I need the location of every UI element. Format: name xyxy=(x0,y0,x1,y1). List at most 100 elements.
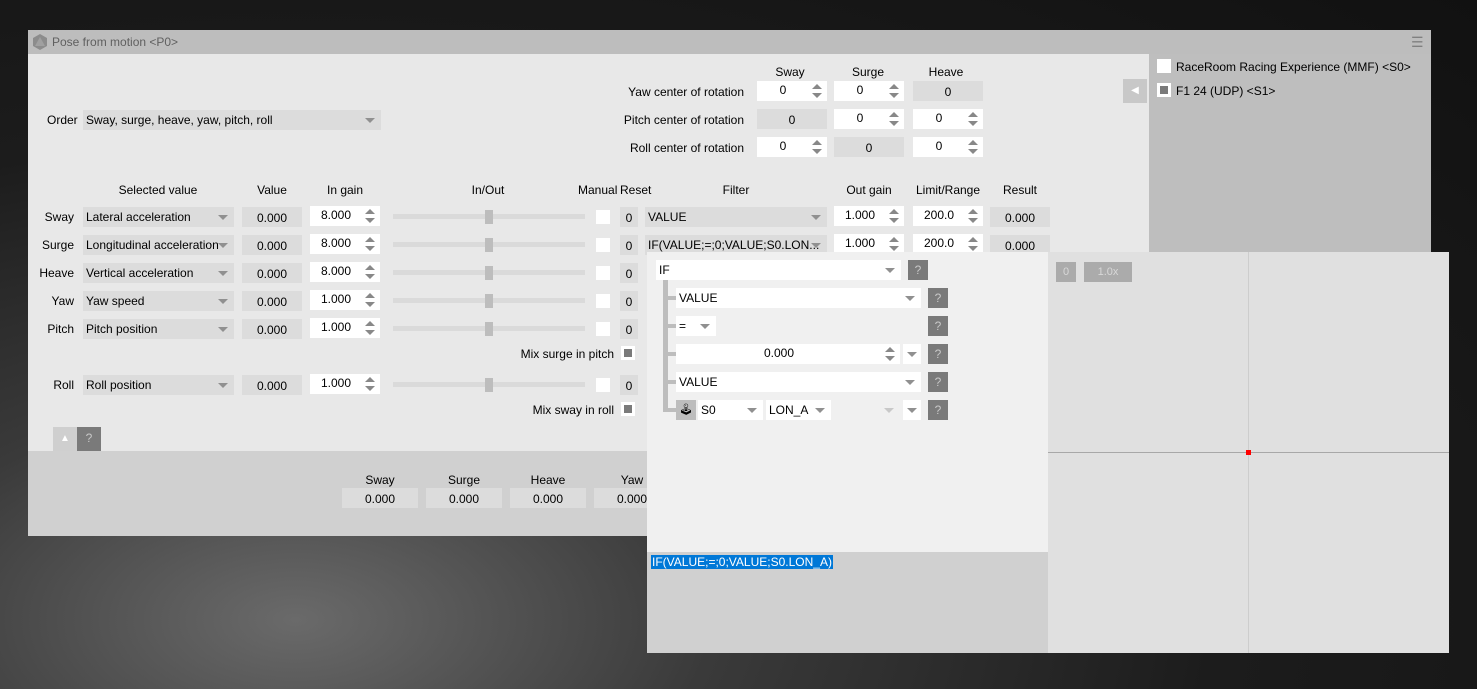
spin-up-icon[interactable] xyxy=(365,377,375,382)
sway-manual-checkbox[interactable] xyxy=(596,210,610,224)
slider-thumb[interactable] xyxy=(485,266,493,280)
roll-manual-checkbox[interactable] xyxy=(596,378,610,392)
spin-up-icon[interactable] xyxy=(968,140,978,145)
spin-down-icon[interactable] xyxy=(968,246,978,251)
pitch-reset-button[interactable]: 0 xyxy=(620,319,638,339)
arg5-type-select[interactable] xyxy=(903,400,921,420)
graph-panel[interactable]: 0 1.0x xyxy=(1048,252,1449,653)
spin-up-icon[interactable] xyxy=(365,321,375,326)
spin-down-icon[interactable] xyxy=(889,121,899,126)
arg3-number-input[interactable]: 0.000 xyxy=(676,344,900,364)
spin-up-icon[interactable] xyxy=(365,265,375,270)
surge-in-gain-input[interactable]: 8.000 xyxy=(310,234,380,254)
spin-up-icon[interactable] xyxy=(885,347,895,352)
sway-limit-range-input[interactable]: 200.0 xyxy=(913,206,983,226)
operator-select[interactable]: = xyxy=(676,316,716,336)
expression-textarea[interactable]: IF(VALUE;=;0;VALUE;S0.LON_A) xyxy=(647,552,1048,653)
spin-down-icon[interactable] xyxy=(365,302,375,307)
help-button[interactable]: ? xyxy=(77,427,101,451)
pitch-in-out-slider[interactable] xyxy=(393,319,585,339)
arg3-type-select[interactable] xyxy=(903,344,921,364)
pitch-cor-surge-input[interactable]: 0 xyxy=(834,109,904,129)
order-select[interactable]: Sway, surge, heave, yaw, pitch, roll xyxy=(83,110,381,130)
heave-in-gain-input[interactable]: 8.000 xyxy=(310,262,380,282)
spin-down-icon[interactable] xyxy=(365,274,375,279)
spin-up-icon[interactable] xyxy=(889,237,899,242)
spin-down-icon[interactable] xyxy=(365,218,375,223)
spin-down-icon[interactable] xyxy=(365,246,375,251)
hamburger-menu-icon[interactable]: ☰ xyxy=(1411,34,1424,51)
roll-cor-heave-input[interactable]: 0 xyxy=(913,137,983,157)
sway-selected-value-select[interactable]: Lateral acceleration xyxy=(83,207,234,227)
source-checkbox-s0[interactable] xyxy=(1157,59,1171,73)
spin-down-icon[interactable] xyxy=(889,93,899,98)
pitch-selected-value-select[interactable]: Pitch position xyxy=(83,319,234,339)
source-select[interactable]: S0 xyxy=(698,400,763,420)
yaw-cor-surge-input[interactable]: 0 xyxy=(834,81,904,101)
yaw-cor-sway-input[interactable]: 0 xyxy=(757,81,827,101)
sway-reset-button[interactable]: 0 xyxy=(620,207,638,227)
heave-reset-button[interactable]: 0 xyxy=(620,263,638,283)
pitch-in-gain-input[interactable]: 1.000 xyxy=(310,318,380,338)
slider-thumb[interactable] xyxy=(485,238,493,252)
spin-up-icon[interactable] xyxy=(968,112,978,117)
yaw-reset-button[interactable]: 0 xyxy=(620,291,638,311)
sway-out-gain-input[interactable]: 1.000 xyxy=(834,206,904,226)
surge-selected-value-select[interactable]: Longitudinal acceleration xyxy=(83,235,234,255)
slider-thumb[interactable] xyxy=(485,210,493,224)
mix-sway-in-roll-checkbox[interactable] xyxy=(621,402,635,416)
yaw-selected-value-select[interactable]: Yaw speed xyxy=(83,291,234,311)
collapse-sources-button[interactable]: ◀ xyxy=(1123,79,1147,103)
roll-selected-value-select[interactable]: Roll position xyxy=(83,375,234,395)
heave-selected-value-select[interactable]: Vertical acceleration xyxy=(83,263,234,283)
spin-up-icon[interactable] xyxy=(889,84,899,89)
spin-up-icon[interactable] xyxy=(889,112,899,117)
function-select[interactable]: IF xyxy=(656,260,901,280)
arg3-help-button[interactable]: ? xyxy=(928,344,948,364)
collapse-button[interactable]: ▲ xyxy=(53,427,77,451)
surge-limit-range-input[interactable]: 200.0 xyxy=(913,234,983,254)
arg5-help-button[interactable]: ? xyxy=(928,400,948,420)
spin-up-icon[interactable] xyxy=(812,84,822,89)
spin-up-icon[interactable] xyxy=(812,140,822,145)
surge-in-out-slider[interactable] xyxy=(393,235,585,255)
spin-up-icon[interactable] xyxy=(968,237,978,242)
function-help-button[interactable]: ? xyxy=(908,260,928,280)
spin-down-icon[interactable] xyxy=(365,386,375,391)
sway-in-out-slider[interactable] xyxy=(393,207,585,227)
surge-manual-checkbox[interactable] xyxy=(596,238,610,252)
arg4-help-button[interactable]: ? xyxy=(928,372,948,392)
spin-down-icon[interactable] xyxy=(885,356,895,361)
surge-reset-button[interactable]: 0 xyxy=(620,235,638,255)
heave-in-out-slider[interactable] xyxy=(393,263,585,283)
slider-thumb[interactable] xyxy=(485,378,493,392)
joystick-icon[interactable]: 🕹 xyxy=(676,400,696,420)
spin-down-icon[interactable] xyxy=(812,149,822,154)
pitch-cor-heave-input[interactable]: 0 xyxy=(913,109,983,129)
pitch-manual-checkbox[interactable] xyxy=(596,322,610,336)
roll-in-gain-input[interactable]: 1.000 xyxy=(310,374,380,394)
yaw-in-gain-input[interactable]: 1.000 xyxy=(310,290,380,310)
yaw-manual-checkbox[interactable] xyxy=(596,294,610,308)
spin-up-icon[interactable] xyxy=(365,237,375,242)
spin-down-icon[interactable] xyxy=(968,121,978,126)
sway-in-gain-input[interactable]: 8.000 xyxy=(310,206,380,226)
spin-up-icon[interactable] xyxy=(889,209,899,214)
spin-up-icon[interactable] xyxy=(365,209,375,214)
spin-down-icon[interactable] xyxy=(812,93,822,98)
roll-in-out-slider[interactable] xyxy=(393,375,585,395)
slider-thumb[interactable] xyxy=(485,322,493,336)
slider-thumb[interactable] xyxy=(485,294,493,308)
arg1-select[interactable]: VALUE xyxy=(676,288,921,308)
field-select[interactable]: LON_A xyxy=(766,400,831,420)
yaw-in-out-slider[interactable] xyxy=(393,291,585,311)
roll-cor-sway-input[interactable]: 0 xyxy=(757,137,827,157)
spin-down-icon[interactable] xyxy=(365,330,375,335)
spin-down-icon[interactable] xyxy=(889,218,899,223)
offset-button[interactable]: 0 xyxy=(1056,262,1076,282)
roll-reset-button[interactable]: 0 xyxy=(620,375,638,395)
spin-down-icon[interactable] xyxy=(968,218,978,223)
heave-manual-checkbox[interactable] xyxy=(596,266,610,280)
spin-down-icon[interactable] xyxy=(968,149,978,154)
spin-down-icon[interactable] xyxy=(889,246,899,251)
